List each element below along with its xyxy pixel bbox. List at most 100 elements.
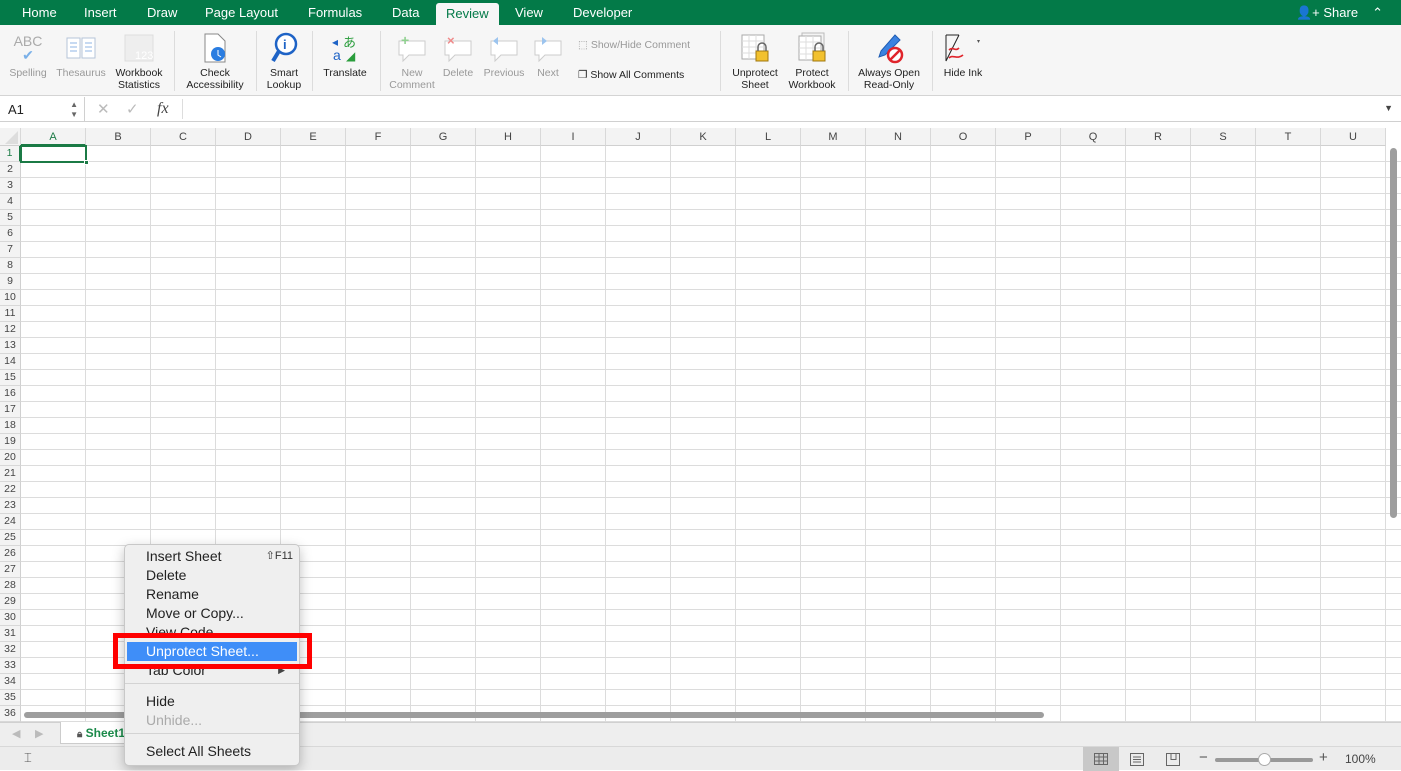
vertical-scrollbar[interactable] bbox=[1390, 148, 1397, 518]
column-header-F[interactable]: F bbox=[346, 128, 411, 146]
selected-cell[interactable] bbox=[20, 145, 89, 165]
workbook-statistics-button[interactable]: 123 Workbook Statistics bbox=[112, 29, 166, 91]
row-header[interactable]: 27 bbox=[0, 562, 21, 578]
check-accessibility-button[interactable]: Check Accessibility bbox=[182, 29, 248, 91]
row-header[interactable]: 5 bbox=[0, 210, 21, 226]
smart-lookup-button[interactable]: i Smart Lookup bbox=[262, 29, 306, 91]
scroll-sheets-left-icon[interactable]: ◀ bbox=[12, 727, 20, 740]
column-header-Q[interactable]: Q bbox=[1061, 128, 1126, 146]
row-header[interactable]: 22 bbox=[0, 482, 21, 498]
share-button[interactable]: 👤+ Share ⌃ bbox=[1296, 0, 1383, 25]
row-header[interactable]: 16 bbox=[0, 386, 21, 402]
tab-page-layout[interactable]: Page Layout bbox=[195, 0, 288, 25]
spelling-button[interactable]: ABC ✔ Spelling bbox=[6, 29, 50, 79]
hide-ink-button[interactable]: Hide Ink bbox=[938, 29, 988, 79]
next-comment-button[interactable]: Next bbox=[530, 29, 566, 79]
row-header[interactable]: 4 bbox=[0, 194, 21, 210]
row-header[interactable]: 24 bbox=[0, 514, 21, 530]
column-header-M[interactable]: M bbox=[801, 128, 866, 146]
row-header[interactable]: 34 bbox=[0, 674, 21, 690]
row-header[interactable]: 13 bbox=[0, 338, 21, 354]
protect-workbook-button[interactable]: Protect Workbook bbox=[784, 29, 840, 91]
page-break-view-button[interactable] bbox=[1166, 753, 1180, 771]
column-header-G[interactable]: G bbox=[411, 128, 476, 146]
column-header-J[interactable]: J bbox=[606, 128, 671, 146]
sheet-tab[interactable]: 🔒︎ Sheet1 bbox=[60, 722, 130, 744]
zoom-slider[interactable] bbox=[1215, 753, 1313, 766]
tab-view[interactable]: View bbox=[505, 0, 553, 25]
row-header[interactable]: 8 bbox=[0, 258, 21, 274]
insert-function-icon[interactable]: fx bbox=[157, 100, 169, 118]
row-header[interactable]: 36 bbox=[0, 706, 21, 722]
tab-home[interactable]: Home bbox=[12, 0, 67, 25]
expand-formula-bar-icon[interactable]: ▼ bbox=[1384, 103, 1393, 113]
row-header[interactable]: 9 bbox=[0, 274, 21, 290]
row-header[interactable]: 6 bbox=[0, 226, 21, 242]
unprotect-sheet-button[interactable]: Unprotect Sheet bbox=[726, 29, 784, 91]
row-header[interactable]: 12 bbox=[0, 322, 21, 338]
row-header[interactable]: 18 bbox=[0, 418, 21, 434]
row-header[interactable]: 32 bbox=[0, 642, 21, 658]
row-header[interactable]: 33 bbox=[0, 658, 21, 674]
row-header[interactable]: 14 bbox=[0, 354, 21, 370]
row-header[interactable]: 17 bbox=[0, 402, 21, 418]
menu-item-rename[interactable]: Rename bbox=[125, 585, 299, 604]
column-header-P[interactable]: P bbox=[996, 128, 1061, 146]
fill-handle[interactable] bbox=[84, 160, 89, 165]
column-header-S[interactable]: S bbox=[1191, 128, 1256, 146]
show-hide-comment-button[interactable]: ⬚ Show/Hide Comment bbox=[578, 39, 718, 51]
formula-input[interactable] bbox=[182, 99, 1382, 119]
menu-item-select-all-sheets[interactable]: Select All Sheets bbox=[125, 742, 299, 761]
zoom-level[interactable]: 100% bbox=[1345, 752, 1376, 766]
row-header[interactable]: 2 bbox=[0, 162, 21, 178]
scroll-sheets-right-icon[interactable]: ▶ bbox=[35, 727, 43, 740]
row-header[interactable]: 3 bbox=[0, 178, 21, 194]
column-header-C[interactable]: C bbox=[151, 128, 216, 146]
name-box-stepper-icon[interactable]: ▲ ▼ bbox=[70, 97, 78, 120]
row-header[interactable]: 10 bbox=[0, 290, 21, 306]
tab-data[interactable]: Data bbox=[382, 0, 429, 25]
collapse-ribbon-icon[interactable]: ⌃ bbox=[1372, 5, 1383, 20]
thesaurus-button[interactable]: Thesaurus bbox=[54, 29, 108, 79]
column-header-U[interactable]: U bbox=[1321, 128, 1386, 146]
column-header-T[interactable]: T bbox=[1256, 128, 1321, 146]
row-header[interactable]: 20 bbox=[0, 450, 21, 466]
normal-view-button[interactable] bbox=[1083, 747, 1119, 771]
macro-record-icon[interactable]: ⌶ bbox=[24, 750, 32, 766]
row-header[interactable]: 15 bbox=[0, 370, 21, 386]
select-all-corner[interactable] bbox=[0, 128, 21, 146]
row-header[interactable]: 23 bbox=[0, 498, 21, 514]
tab-developer[interactable]: Developer bbox=[563, 0, 642, 25]
row-header[interactable]: 35 bbox=[0, 690, 21, 706]
column-header-A[interactable]: A bbox=[21, 128, 86, 146]
column-header-E[interactable]: E bbox=[281, 128, 346, 146]
column-header-K[interactable]: K bbox=[671, 128, 736, 146]
column-header-I[interactable]: I bbox=[541, 128, 606, 146]
tab-formulas[interactable]: Formulas bbox=[298, 0, 372, 25]
menu-item-insert-sheet[interactable]: Insert Sheet ⇧F11 bbox=[125, 547, 299, 566]
row-header[interactable]: 25 bbox=[0, 530, 21, 546]
column-header-B[interactable]: B bbox=[86, 128, 151, 146]
new-comment-button[interactable]: + New Comment bbox=[386, 29, 438, 91]
row-header[interactable]: 21 bbox=[0, 466, 21, 482]
column-header-H[interactable]: H bbox=[476, 128, 541, 146]
previous-comment-button[interactable]: Previous bbox=[480, 29, 528, 79]
zoom-out-button[interactable]: − bbox=[1199, 749, 1208, 766]
always-open-read-only-button[interactable]: Always Open Read-Only bbox=[852, 29, 926, 91]
row-header[interactable]: 11 bbox=[0, 306, 21, 322]
name-box[interactable]: A1 ▲ ▼ bbox=[0, 97, 85, 122]
row-header[interactable]: 28 bbox=[0, 578, 21, 594]
tab-insert[interactable]: Insert bbox=[74, 0, 127, 25]
row-header[interactable]: 31 bbox=[0, 626, 21, 642]
tab-review[interactable]: Review bbox=[436, 3, 499, 25]
row-header[interactable]: 29 bbox=[0, 594, 21, 610]
cancel-icon[interactable]: ✕ bbox=[97, 100, 110, 118]
zoom-in-button[interactable]: + bbox=[1319, 749, 1328, 766]
row-header[interactable]: 30 bbox=[0, 610, 21, 626]
row-header[interactable]: 26 bbox=[0, 546, 21, 562]
menu-item-move-or-copy[interactable]: Move or Copy... bbox=[125, 604, 299, 623]
show-all-comments-button[interactable]: ❐ Show All Comments bbox=[578, 69, 718, 81]
column-header-D[interactable]: D bbox=[216, 128, 281, 146]
column-header-O[interactable]: O bbox=[931, 128, 996, 146]
confirm-icon[interactable]: ✓ bbox=[126, 100, 139, 118]
